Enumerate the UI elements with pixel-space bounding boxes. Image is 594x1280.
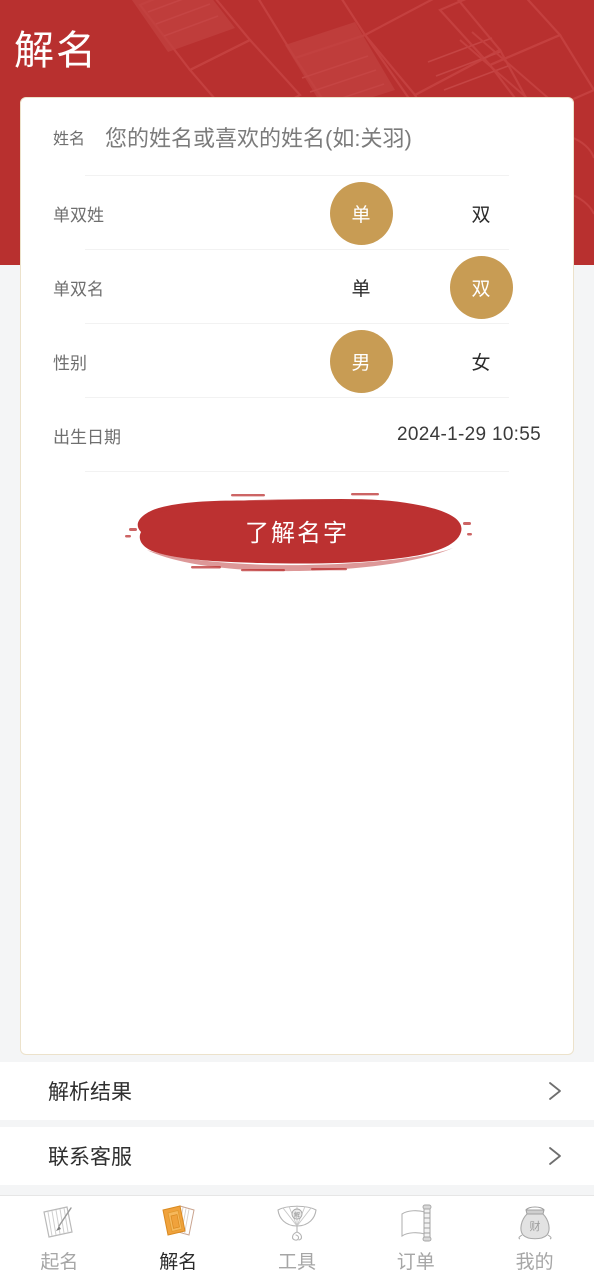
tab-wode[interactable]: 财 我的 [475, 1196, 594, 1280]
list-item-label: 联系客服 [48, 1146, 132, 1169]
tab-label: 解名 [159, 1252, 198, 1273]
bottom-list: 解析结果 联系客服 [0, 1062, 594, 1192]
list-item-label: 解析结果 [48, 1081, 132, 1104]
birth-date-value[interactable]: 2024-1-29 10:55 [397, 424, 541, 446]
givenname-type-label: 单双名 [53, 279, 104, 299]
name-form-card: 姓名 您的姓名或喜欢的姓名(如:关羽) 单双姓 单 双 单双名 单 双 性别 男… [20, 97, 574, 1055]
learn-name-button-label: 了解名字 [245, 519, 349, 547]
brush-paper-icon [43, 1206, 74, 1238]
givenname-type-option-single-label: 单 [351, 278, 371, 300]
surname-type-option-double-label: 双 [471, 204, 491, 226]
tab-jieming[interactable]: 解名 [119, 1196, 238, 1280]
tab-gongju[interactable]: 解 工具 [238, 1196, 357, 1280]
bottom-tab-bar: 起名 解名 解 工具 订单 财 我的 [0, 1195, 594, 1280]
givenname-type-options: 单 双 [301, 250, 541, 324]
row-divider [85, 471, 509, 472]
chevron-right-icon [549, 1082, 561, 1100]
tab-label: 订单 [396, 1252, 435, 1273]
name-label: 姓名 [53, 131, 86, 148]
givenname-type-option-single[interactable]: 单 [301, 250, 421, 324]
surname-type-option-double[interactable]: 双 [421, 176, 541, 250]
cta-container: 了解名字 [53, 476, 541, 584]
learn-name-button[interactable]: 了解名字 [121, 488, 473, 572]
form-row-surname-type: 单双姓 单 双 [53, 176, 541, 250]
gender-options: 男 女 [301, 324, 541, 398]
svg-text:财: 财 [529, 1219, 540, 1233]
tab-label: 起名 [40, 1252, 79, 1273]
surname-type-label: 单双姓 [53, 205, 104, 225]
surname-type-options: 单 双 [301, 176, 541, 250]
gender-label: 性别 [53, 353, 87, 373]
open-book-icon [162, 1205, 195, 1236]
tab-label: 工具 [277, 1252, 316, 1273]
tab-dingdan[interactable]: 订单 [356, 1196, 475, 1280]
surname-type-option-single[interactable]: 单 [301, 176, 421, 250]
app-root: 解名 姓名 您的姓名或喜欢的姓名(如:关羽) 单双姓 单 双 单双名 单 双 性… [0, 0, 594, 1280]
chevron-right-icon [549, 1147, 561, 1165]
gender-option-female-label: 女 [471, 352, 491, 374]
gender-option-female[interactable]: 女 [421, 324, 541, 398]
birth-date-label: 出生日期 [53, 427, 121, 447]
tab-qiming[interactable]: 起名 [0, 1196, 119, 1280]
scroll-icon [401, 1204, 432, 1242]
list-item-analysis-result[interactable]: 解析结果 [0, 1062, 594, 1120]
gender-option-male-label: 男 [329, 329, 393, 393]
surname-type-option-single-label: 单 [329, 181, 393, 245]
money-bag-icon: 财 [518, 1206, 552, 1240]
gender-option-male[interactable]: 男 [301, 324, 421, 398]
form-row-givenname-type: 单双名 单 双 [53, 250, 541, 324]
form-row-gender: 性别 男 女 [53, 324, 541, 398]
list-item-contact-support[interactable]: 联系客服 [0, 1127, 594, 1185]
givenname-type-option-double[interactable]: 双 [421, 250, 541, 324]
givenname-type-option-double-label: 双 [449, 255, 513, 319]
name-input[interactable]: 您的姓名或喜欢的姓名(如:关羽) [105, 121, 412, 153]
page-title: 解名 [14, 29, 98, 73]
tab-label: 我的 [515, 1252, 554, 1273]
folding-fan-icon: 解 [277, 1205, 317, 1241]
svg-text:解: 解 [294, 1211, 300, 1219]
form-row-name[interactable]: 姓名 您的姓名或喜欢的姓名(如:关羽) [53, 98, 541, 176]
form-row-birth-date[interactable]: 出生日期 2024-1-29 10:55 [53, 398, 541, 472]
